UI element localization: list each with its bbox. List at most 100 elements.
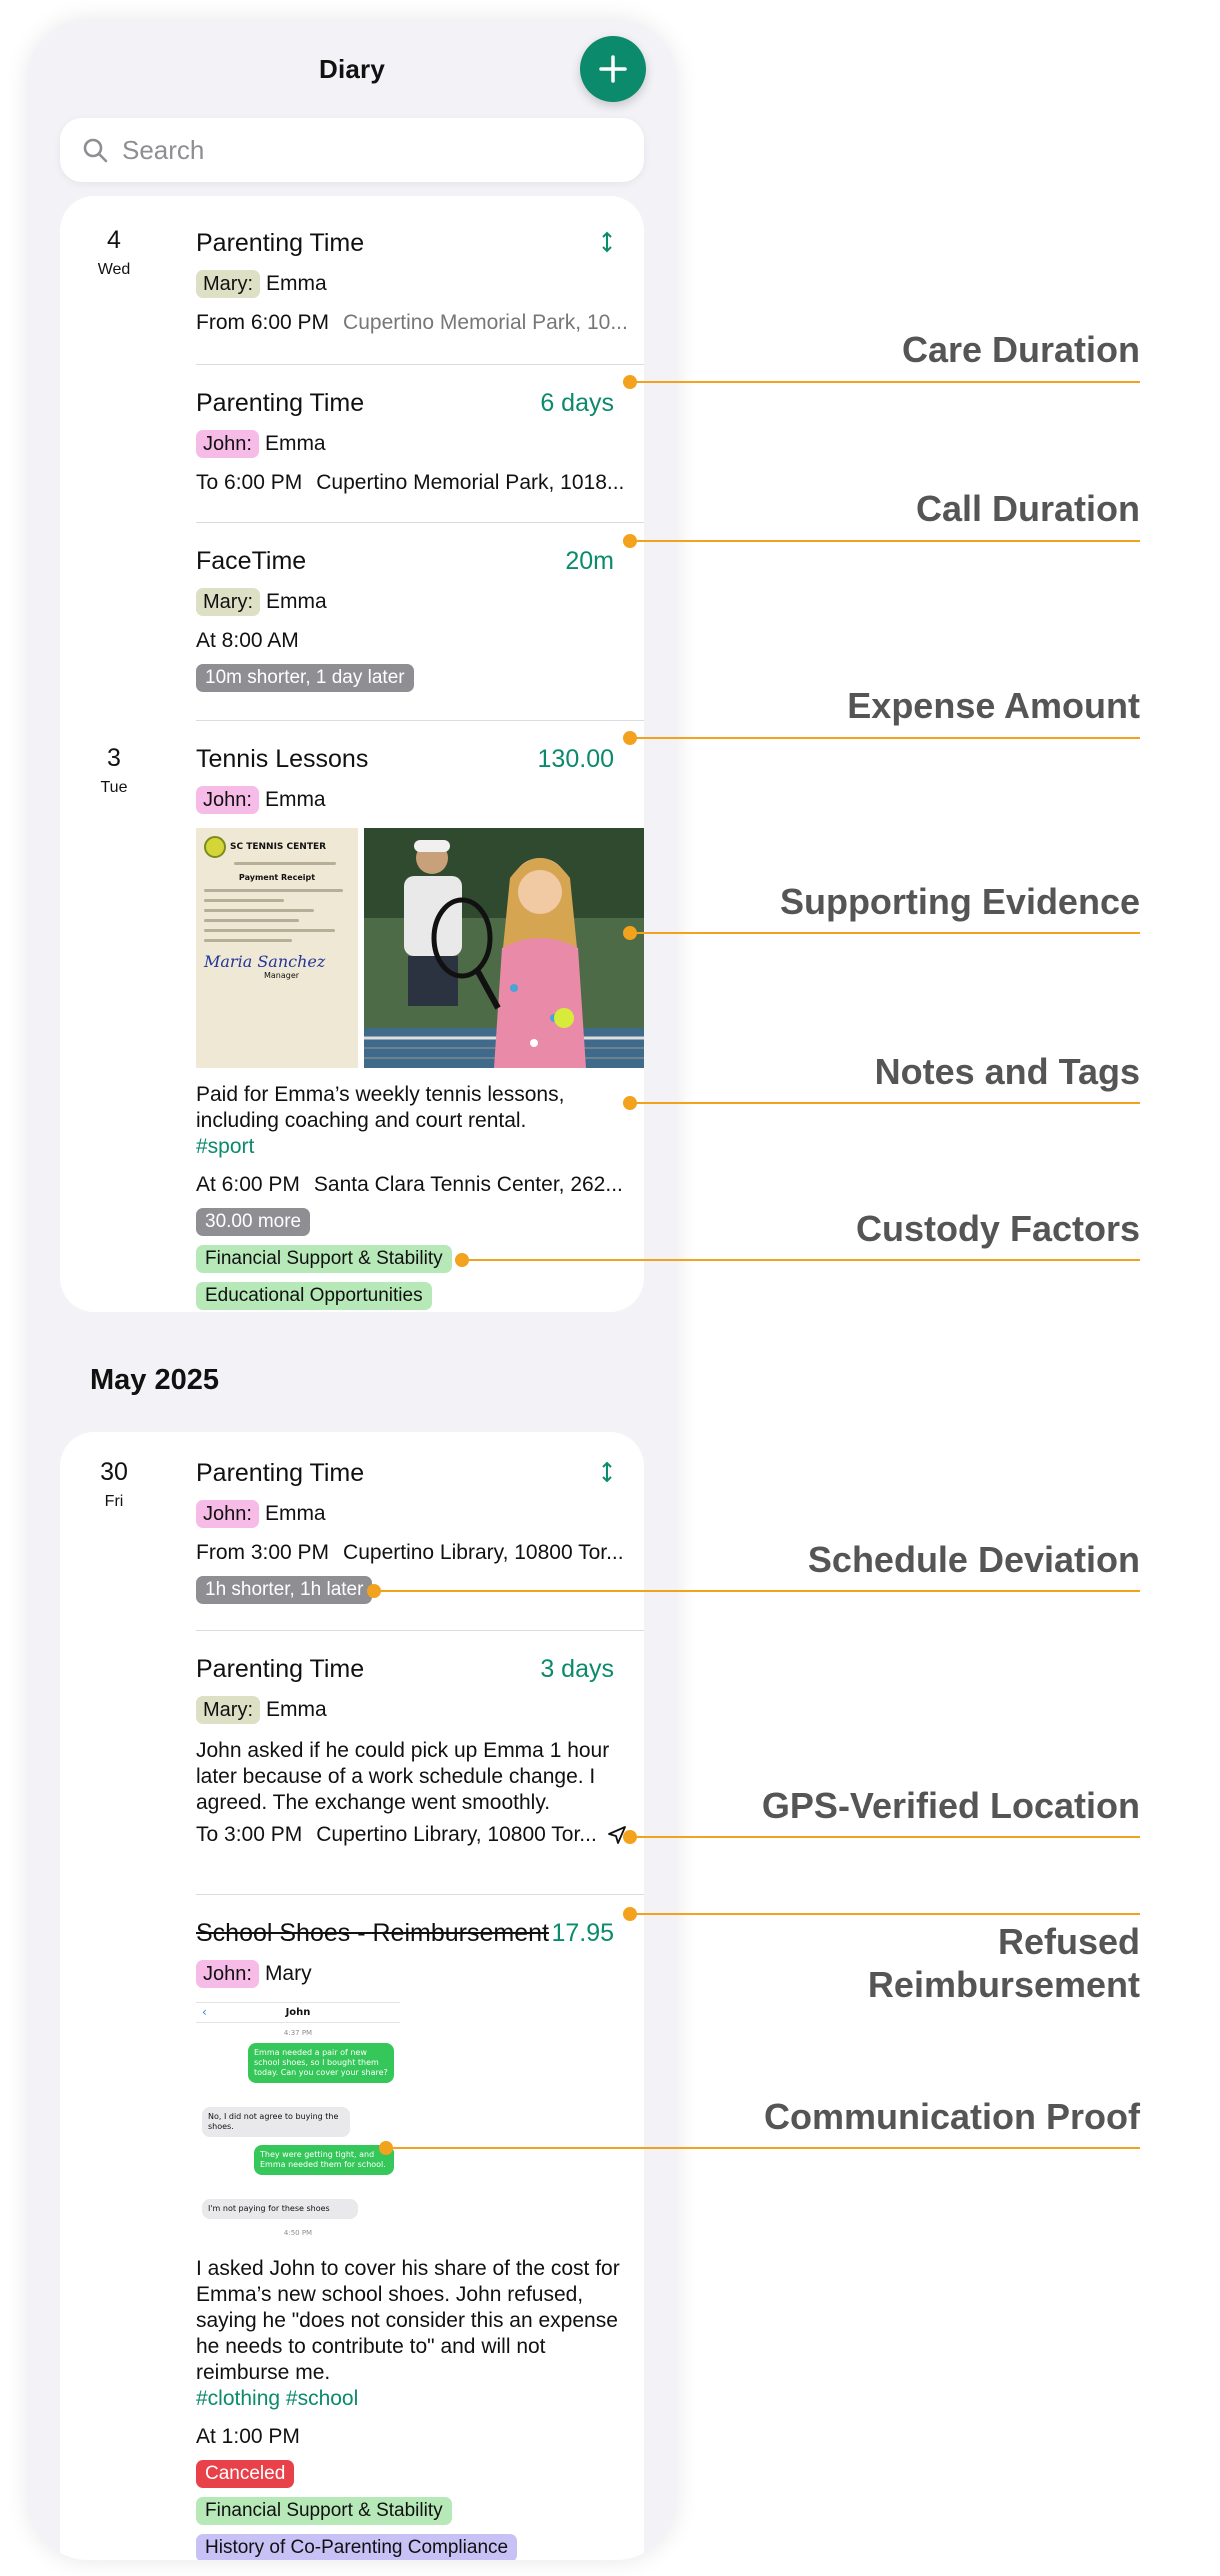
custody-factor-tag: Financial Support & Stability bbox=[196, 1245, 452, 1273]
diary-entry[interactable]: FaceTime 20m Mary: Emma At 8:00 AM 10m sh… bbox=[196, 522, 644, 692]
receipt-signature: Maria Sanchez bbox=[204, 952, 326, 971]
annotation-refused-reimbursement: Refused Reimbursement bbox=[867, 1921, 1140, 2005]
back-chevron-icon: ‹ bbox=[202, 2005, 207, 2019]
chat-bubble-received: I'm not paying for these shoes bbox=[202, 2199, 358, 2219]
annotation-line bbox=[630, 381, 1140, 383]
attachments: SC TENNIS CENTER Payment Receipt Maria S… bbox=[196, 828, 644, 1068]
custody-factor-tag: History of Co-Parenting Compliance bbox=[196, 2534, 518, 2560]
tennis-photo-illustration bbox=[364, 828, 644, 1068]
entry-value: 130.00 bbox=[537, 745, 614, 773]
diary-entry[interactable]: Parenting Time Mary: Emma From 6:00 PM Cup… bbox=[196, 228, 644, 336]
annotation-schedule-deviation: Schedule Deviation bbox=[807, 1539, 1140, 1580]
entry-value: 6 days bbox=[540, 389, 614, 417]
parent-pill: John: bbox=[196, 1500, 259, 1528]
weekday: Wed bbox=[97, 261, 131, 278]
entry-time: To 6:00 PM bbox=[196, 471, 303, 494]
month-header: May 2025 bbox=[90, 1364, 219, 1396]
diary-entry[interactable]: School Shoes - Reimbursement 17.95 John:… bbox=[196, 1894, 644, 2560]
parent-pill: Mary: bbox=[196, 1696, 260, 1724]
search-bar[interactable]: Search bbox=[60, 118, 644, 182]
custody-factor-tag: Financial Support & Stability bbox=[196, 2497, 452, 2525]
day-number: 3 bbox=[107, 744, 121, 772]
chat-bubble-received: No, I did not agree to buying the shoes. bbox=[202, 2107, 350, 2137]
annotation-dot bbox=[623, 1096, 637, 1110]
weekday: Tue bbox=[100, 779, 128, 796]
entry-note: Paid for Emma’s weekly tennis lessons, i… bbox=[196, 1083, 565, 1132]
annotation-communication-proof: Communication Proof bbox=[764, 2096, 1140, 2137]
entry-title: Parenting Time bbox=[196, 229, 365, 257]
day-header: 4 Wed bbox=[60, 226, 168, 279]
child-name: Mary bbox=[264, 1962, 312, 1985]
annotation-line bbox=[386, 2147, 1140, 2149]
receipt-image[interactable]: SC TENNIS CENTER Payment Receipt Maria S… bbox=[196, 828, 358, 1068]
annotation-supporting-evidence: Supporting Evidence bbox=[779, 881, 1140, 922]
annotation-dot bbox=[379, 2141, 393, 2155]
child-name: Emma bbox=[264, 1502, 326, 1525]
canceled-badge: Canceled bbox=[196, 2460, 295, 2488]
child-name: Emma bbox=[266, 590, 327, 613]
entry-time: At 8:00 AM bbox=[196, 629, 299, 652]
day-header: 3 Tue bbox=[60, 744, 168, 797]
parent-pill: Mary: bbox=[196, 270, 260, 298]
weekday: Fri bbox=[104, 1493, 124, 1510]
annotation-dot bbox=[455, 1253, 469, 1267]
parent-pill: John: bbox=[196, 786, 259, 814]
chat-bubble-sent: They were getting tight, and Emma needed… bbox=[254, 2145, 394, 2175]
annotation-gps-verified-location: GPS-Verified Location bbox=[761, 1785, 1140, 1826]
search-input[interactable]: Search bbox=[122, 135, 204, 166]
annotation-expense-amount: Expense Amount bbox=[847, 685, 1140, 726]
entry-time: To 3:00 PM bbox=[196, 1823, 303, 1846]
annotation-notes-and-tags: Notes and Tags bbox=[874, 1051, 1140, 1092]
annotation-line bbox=[630, 1836, 1140, 1838]
receipt-heading: Payment Receipt bbox=[238, 873, 316, 882]
entry-value: 20m bbox=[565, 547, 614, 575]
diary-card: 4 Wed Parenting Time Mary: Emma From 6:00… bbox=[60, 196, 644, 1312]
annotation-line bbox=[630, 1102, 1140, 1104]
add-entry-button[interactable] bbox=[580, 36, 646, 102]
annotation-line bbox=[374, 1590, 1140, 1592]
entry-value: 3 days bbox=[540, 1655, 614, 1683]
entry-time: At 6:00 PM bbox=[196, 1173, 300, 1196]
diary-entry[interactable]: Tennis Lessons 130.00 John: Emma SC TENNI… bbox=[196, 720, 644, 1310]
tennis-ball-logo bbox=[204, 836, 226, 858]
annotation-dot bbox=[623, 926, 637, 940]
chat-screenshot[interactable]: ‹ John 4:37 PM Emma needed a pair of new… bbox=[196, 2002, 400, 2242]
expand-arrows-icon bbox=[602, 231, 612, 253]
page-title: Diary bbox=[318, 54, 386, 84]
attachments: ‹ John 4:37 PM Emma needed a pair of new… bbox=[196, 2002, 644, 2242]
day-header: 30 Fri bbox=[60, 1458, 168, 1511]
entry-hashtags[interactable]: #clothing #school bbox=[196, 2386, 644, 2412]
chat-contact: John bbox=[285, 2007, 311, 2018]
tennis-photo[interactable] bbox=[364, 828, 644, 1068]
entry-location: Cupertino Library, 10800 Tor... bbox=[316, 1823, 597, 1846]
annotation-dot bbox=[623, 534, 637, 548]
child-name: Emma bbox=[264, 432, 326, 455]
expand-arrows-icon bbox=[602, 1461, 612, 1483]
annotation-line bbox=[630, 1913, 1140, 1915]
deviation-badge: 10m shorter, 1 day later bbox=[196, 664, 414, 692]
chat-time: 4:37 PM bbox=[283, 2029, 313, 2037]
diary-entry[interactable]: Parenting Time 6 days John: Emma To 6:00 … bbox=[196, 364, 644, 496]
entry-note: John asked if he could pick up Emma 1 ho… bbox=[196, 1739, 610, 1814]
entry-location: Cupertino Memorial Park, 10... bbox=[343, 311, 628, 334]
annotation-dot bbox=[367, 1584, 381, 1598]
day-number: 30 bbox=[100, 1458, 128, 1486]
entry-location: Cupertino Memorial Park, 1018... bbox=[316, 471, 625, 494]
diary-entry[interactable]: Parenting Time 3 days Mary: Emma John ask… bbox=[196, 1630, 644, 1848]
parent-pill: Mary: bbox=[196, 588, 260, 616]
chat-bubble-sent: Emma needed a pair of new school shoes, … bbox=[248, 2043, 394, 2083]
annotation-line bbox=[630, 932, 1140, 934]
annotation-dot bbox=[623, 1907, 637, 1921]
entry-time: From 6:00 PM bbox=[196, 311, 330, 334]
entry-time: At 1:00 PM bbox=[196, 2425, 300, 2448]
entry-note: I asked John to cover his share of the c… bbox=[196, 2257, 620, 2384]
annotation-dot bbox=[623, 1830, 637, 1844]
diary-entry[interactable]: Parenting Time John: Emma From 3:00 PM Cup… bbox=[196, 1458, 644, 1604]
entry-hashtags[interactable]: #sport bbox=[196, 1134, 644, 1160]
annotation-care-duration: Care Duration bbox=[901, 329, 1140, 370]
diary-card: 30 Fri Parenting Time John: Emma From 3:0… bbox=[60, 1432, 644, 2560]
entry-time: From 3:00 PM bbox=[196, 1541, 330, 1564]
child-name: Emma bbox=[266, 1698, 327, 1721]
deviation-badge: 1h shorter, 1h later bbox=[196, 1576, 373, 1604]
custody-factor-tag: Educational Opportunities bbox=[196, 1282, 432, 1310]
